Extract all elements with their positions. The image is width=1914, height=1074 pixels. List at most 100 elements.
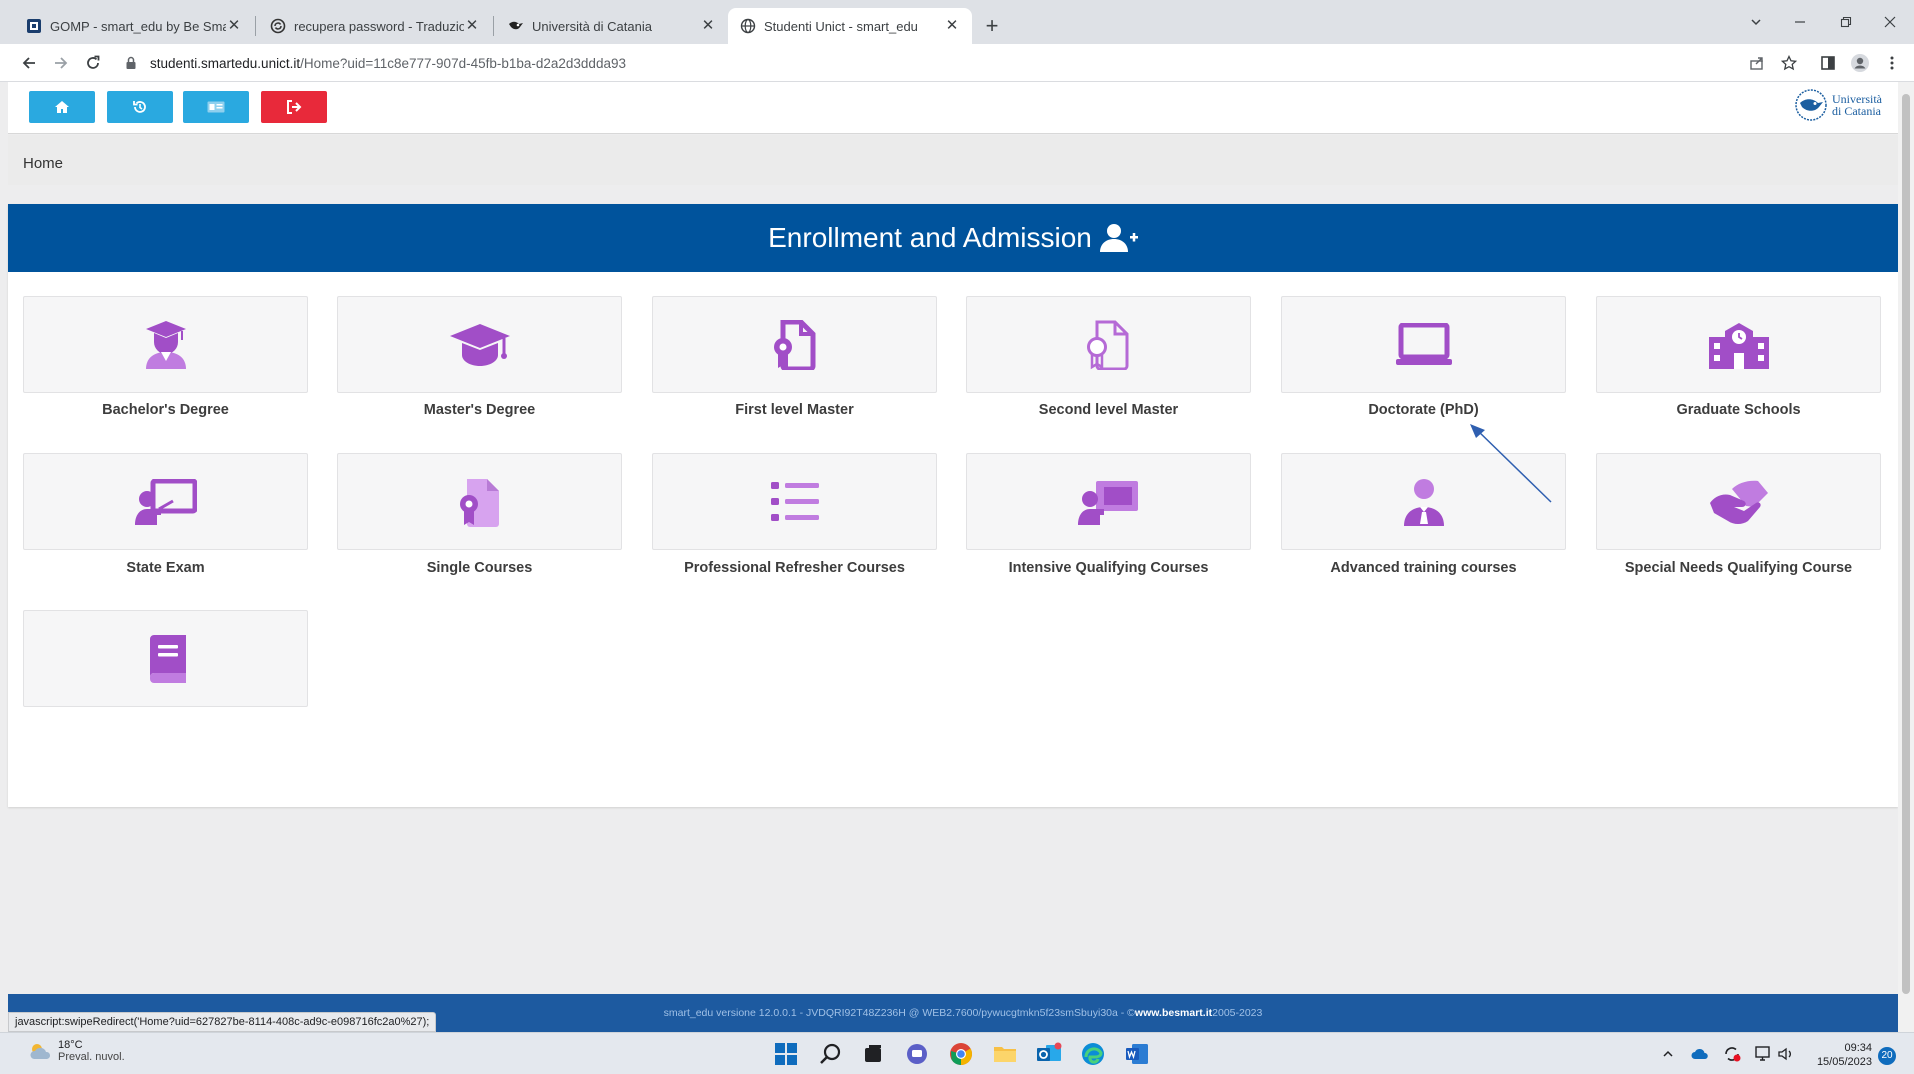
back-button[interactable] — [15, 49, 43, 77]
reload-button[interactable] — [79, 49, 107, 77]
section-title: Enrollment and Admission — [768, 222, 1092, 253]
profile-icon — [1851, 54, 1869, 72]
helping-hands-icon — [1709, 480, 1768, 524]
tile-first-level-master[interactable] — [652, 296, 937, 393]
tab-title: Studenti Unict - smart_edu — [764, 18, 918, 34]
profile-button[interactable] — [1846, 49, 1874, 77]
tile-bachelors-degree[interactable] — [23, 296, 308, 393]
tab-unict[interactable]: Università di Catania ✕ — [496, 8, 728, 44]
speaker-icon — [1778, 1047, 1791, 1061]
volume-button[interactable] — [1774, 1042, 1798, 1066]
tile-label: Special Needs Qualifying Course — [1624, 560, 1853, 576]
bookmark-button[interactable] — [1775, 49, 1803, 77]
businessman-icon — [1403, 478, 1444, 526]
presentation-user-icon — [1077, 480, 1138, 525]
start-button[interactable] — [771, 1039, 801, 1069]
enrollment-panel: Enrollment and Admission Bachelor's Degr… — [8, 204, 1898, 807]
tile-intensive-qualifying-courses[interactable] — [966, 453, 1251, 550]
share-button[interactable] — [1743, 49, 1771, 77]
tile-label: Professional Refresher Courses — [684, 560, 905, 576]
chevron-down-icon — [1751, 19, 1761, 26]
outlook-button[interactable] — [1034, 1039, 1064, 1069]
sync-status-button[interactable] — [1720, 1042, 1744, 1066]
graduation-cap-icon — [449, 323, 510, 366]
tile-single-courses[interactable] — [337, 453, 622, 550]
close-tab-icon[interactable]: ✕ — [944, 18, 960, 34]
side-panel-button[interactable] — [1814, 49, 1842, 77]
tile-label: Bachelor's Degree — [102, 402, 229, 418]
tab-studenti-unict[interactable]: Studenti Unict - smart_edu ✕ — [728, 8, 972, 44]
taskbar-search-button[interactable] — [816, 1039, 846, 1069]
tile-label: Intensive Qualifying Courses — [1008, 560, 1209, 576]
notification-badge[interactable]: 20 — [1878, 1047, 1896, 1065]
network-button[interactable] — [1752, 1042, 1776, 1066]
system-clock[interactable]: 09:34 15/05/2023 — [1804, 1041, 1872, 1069]
menu-button[interactable] — [1878, 49, 1906, 77]
card-button[interactable] — [183, 91, 249, 123]
tile-doctorate-phd[interactable] — [1281, 296, 1566, 393]
list-icon — [770, 481, 819, 521]
university-logo[interactable]: Università di Catania — [1794, 88, 1882, 122]
tile-label: First level Master — [735, 402, 854, 418]
tile-graduate-schools[interactable] — [1596, 296, 1881, 393]
tab-gomp[interactable]: GOMP - smart_edu by Be Smart ✕ — [14, 8, 254, 44]
scroll-thumb[interactable] — [1902, 94, 1910, 994]
history-button[interactable] — [107, 91, 173, 123]
forward-button[interactable] — [47, 49, 75, 77]
tile-masters-degree[interactable] — [337, 296, 622, 393]
home-button[interactable] — [29, 91, 95, 123]
task-view-button[interactable] — [858, 1039, 888, 1069]
tab-reverso[interactable]: recupera password - Traduzione ✕ — [258, 8, 492, 44]
tile-label: Single Courses — [426, 560, 533, 576]
close-icon — [1884, 16, 1896, 28]
award-file-icon — [459, 478, 499, 527]
browser-tab-strip: GOMP - smart_edu by Be Smart ✕ recupera … — [0, 0, 1914, 44]
folder-icon — [994, 1047, 1016, 1062]
tile-state-exam[interactable] — [23, 453, 308, 550]
close-window-button[interactable] — [1870, 8, 1910, 36]
minimize-icon — [1795, 21, 1805, 23]
clock-time: 09:34 — [1844, 1042, 1872, 1054]
tile-professional-refresher-courses[interactable] — [652, 453, 937, 550]
tile-label: State Exam — [126, 560, 205, 576]
close-tab-icon[interactable]: ✕ — [464, 18, 480, 34]
share-icon — [1750, 57, 1763, 70]
tab-separator — [255, 16, 256, 36]
file-explorer-button[interactable] — [990, 1039, 1020, 1069]
tab-search-button[interactable] — [1736, 8, 1776, 36]
breadcrumb: Home — [8, 135, 1898, 185]
weather-widget[interactable]: 18°C Preval. nuvol. — [28, 1039, 125, 1063]
restore-icon — [1840, 16, 1852, 28]
minimize-button[interactable] — [1780, 8, 1820, 36]
page-scrollbar[interactable] — [1898, 82, 1914, 1032]
chevron-up-icon — [1663, 1050, 1673, 1057]
teams-chat-button[interactable] — [902, 1039, 932, 1069]
close-tab-icon[interactable]: ✕ — [700, 18, 716, 34]
chrome-taskbar-button[interactable] — [946, 1039, 976, 1069]
tile-special-needs-qualifying-course[interactable] — [1596, 453, 1881, 550]
logout-button[interactable] — [261, 91, 327, 123]
tile-book[interactable] — [23, 610, 308, 707]
link-status-bar: javascript:swipeRedirect('Home?uid=62782… — [8, 1012, 437, 1032]
footer-link[interactable]: www.besmart.it — [1135, 1007, 1212, 1019]
school-building-icon — [1708, 322, 1769, 369]
close-tab-icon[interactable]: ✕ — [226, 18, 242, 34]
new-tab-button[interactable]: + — [978, 12, 1006, 40]
arrow-left-icon — [22, 57, 35, 69]
edge-button[interactable] — [1078, 1039, 1108, 1069]
show-hidden-icons-button[interactable] — [1656, 1042, 1680, 1066]
section-header: Enrollment and Admission — [8, 204, 1898, 272]
tile-label: Advanced training courses — [1330, 560, 1517, 576]
restore-button[interactable] — [1826, 8, 1866, 36]
university-logo-text: Università di Catania — [1832, 93, 1882, 117]
edge-icon — [1082, 1043, 1104, 1065]
browser-toolbar: studenti.smartedu.unict.it/Home?uid=11c8… — [0, 44, 1914, 82]
chat-icon — [907, 1044, 927, 1064]
reload-icon — [87, 55, 100, 69]
onedrive-button[interactable] — [1688, 1042, 1712, 1066]
breadcrumb-home[interactable]: Home — [23, 155, 63, 172]
unict-logo-icon — [1795, 89, 1827, 121]
word-button[interactable] — [1122, 1039, 1152, 1069]
address-bar[interactable]: studenti.smartedu.unict.it/Home?uid=11c8… — [124, 49, 626, 77]
tile-second-level-master[interactable] — [966, 296, 1251, 393]
